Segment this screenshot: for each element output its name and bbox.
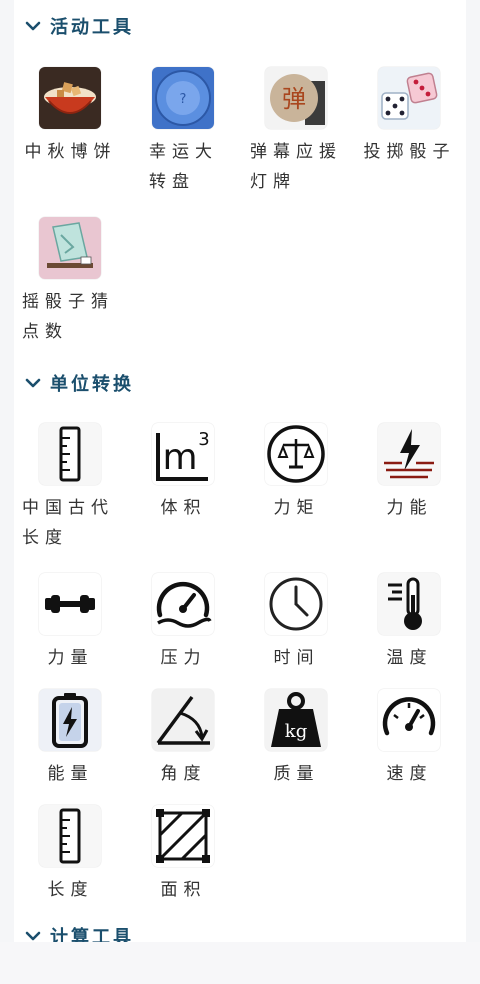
chevron-down-icon [25,21,41,31]
dice-icon [378,67,440,129]
tool-label: 弹幕应援灯牌 [250,142,342,192]
svg-text:3: 3 [198,429,209,450]
tool-label: 中秋博饼 [24,142,117,162]
section-header-unit-conversion[interactable]: 单位转换 [24,369,134,397]
lightning-icon [378,423,440,485]
cubic-meter-icon: m 3 [152,423,214,485]
svg-text:弹: 弹 [282,85,306,113]
tool-label: 压力 [160,648,207,668]
tool-label: 中国古代长度 [22,498,114,548]
mooncake-bowl-icon [39,67,101,129]
chevron-down-icon [25,931,41,941]
tool-label: 速度 [386,764,433,784]
battery-icon [39,689,101,751]
pressure-gauge-icon [152,573,214,635]
section-title: 单位转换 [50,374,134,395]
lucky-wheel-icon: ? [152,67,214,129]
angle-icon [152,689,214,751]
section-title: 计算工具 [50,927,134,942]
tool-label: 力能 [386,498,433,518]
tool-label: 面积 [160,880,207,900]
tool-label: 长度 [47,880,94,900]
tool-label: 力量 [47,648,94,668]
section-title: 活动工具 [50,17,134,38]
tool-label: 角度 [160,764,207,784]
thermometer-icon [378,573,440,635]
section-header-activity[interactable]: 活动工具 [24,12,134,40]
tool-label: 时间 [273,648,320,668]
tool-label: 质量 [273,764,320,784]
speedometer-icon [378,689,440,751]
ruler-icon [39,423,101,485]
tool-label: 幸运大转盘 [149,142,218,192]
shake-dice-icon [39,217,101,279]
danmu-board-icon: 弹 [265,67,327,129]
chevron-down-icon [25,378,41,388]
balance-scale-icon [265,423,327,485]
kg-weight-icon: kg [265,689,327,751]
tool-label: 力矩 [273,498,320,518]
tool-label: 摇骰子猜点数 [22,292,114,342]
area-icon [152,805,214,867]
dumbbell-icon [39,573,101,635]
svg-text:m: m [162,437,197,478]
bottom-bar [0,942,480,984]
svg-text:kg: kg [285,721,307,742]
ruler-icon [39,805,101,867]
clock-icon [265,573,327,635]
tool-label: 投掷骰子 [363,142,456,162]
tool-label: 体积 [160,498,207,518]
tool-label: 能量 [47,764,94,784]
section-header-calculation[interactable]: 计算工具 [24,922,134,942]
tool-label: 温度 [386,648,433,668]
tools-panel: 活动工具 中秋博饼 ? 幸运大转盘 弹 弹幕应援灯牌 投掷骰子 摇骰子猜点数 单… [14,0,466,942]
svg-text:?: ? [180,92,187,107]
